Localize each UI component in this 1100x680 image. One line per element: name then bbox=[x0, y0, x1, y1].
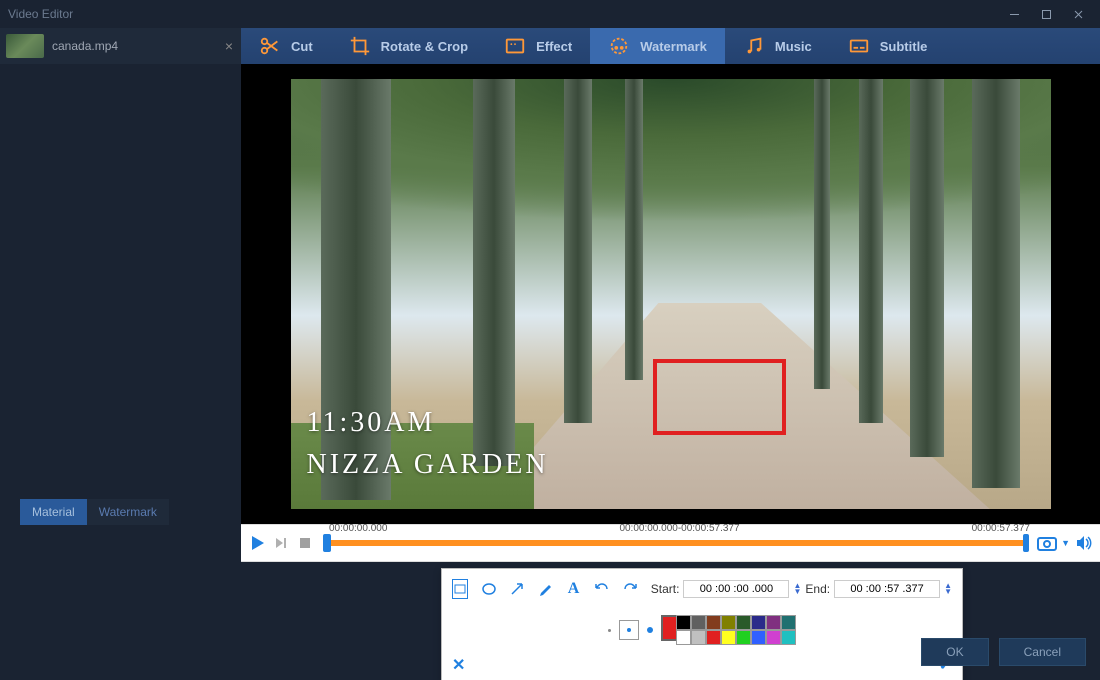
file-name: canada.mp4 bbox=[52, 39, 118, 53]
file-close-icon[interactable]: × bbox=[225, 38, 233, 54]
color-swatch[interactable] bbox=[736, 630, 751, 645]
color-swatch[interactable] bbox=[706, 615, 721, 630]
crop-icon bbox=[349, 35, 371, 57]
color-swatch[interactable] bbox=[736, 615, 751, 630]
music-icon bbox=[743, 35, 765, 57]
tool-rotate-crop[interactable]: Rotate & Crop bbox=[331, 28, 486, 64]
shape-ellipse[interactable] bbox=[482, 580, 496, 598]
line-style-dotted[interactable] bbox=[619, 620, 639, 640]
line-style-solid[interactable] bbox=[647, 627, 653, 633]
tool-ribbon: Cut Rotate & Crop Effect Watermark Music… bbox=[241, 28, 1100, 64]
color-swatch[interactable] bbox=[766, 630, 781, 645]
color-swatch[interactable] bbox=[766, 615, 781, 630]
color-swatch[interactable] bbox=[781, 630, 796, 645]
tool-subtitle[interactable]: Subtitle bbox=[830, 28, 946, 64]
timeline-end-time: 00:00:57.377 bbox=[972, 523, 1030, 534]
tool-effect[interactable]: Effect bbox=[486, 28, 590, 64]
timeline-right-handle[interactable] bbox=[1023, 534, 1029, 552]
tab-material[interactable]: Material bbox=[20, 499, 87, 525]
step-button[interactable] bbox=[271, 533, 291, 553]
color-swatch[interactable] bbox=[706, 630, 721, 645]
scissors-icon bbox=[259, 35, 281, 57]
play-button[interactable] bbox=[247, 533, 267, 553]
color-swatch[interactable] bbox=[721, 615, 736, 630]
volume-button[interactable] bbox=[1074, 533, 1094, 553]
shape-pen[interactable] bbox=[538, 580, 552, 598]
watermark-selection-box[interactable] bbox=[653, 359, 786, 435]
color-palette bbox=[661, 615, 796, 645]
stop-button[interactable] bbox=[295, 533, 315, 553]
color-swatch[interactable] bbox=[781, 615, 796, 630]
overlay-time-text: 11:30AM bbox=[307, 407, 436, 439]
tool-watermark[interactable]: Watermark bbox=[590, 28, 725, 64]
close-button[interactable] bbox=[1064, 4, 1092, 24]
minimize-button[interactable] bbox=[1000, 4, 1028, 24]
tool-cut[interactable]: Cut bbox=[241, 28, 331, 64]
end-time-input[interactable] bbox=[834, 580, 940, 598]
color-swatch[interactable] bbox=[676, 615, 691, 630]
file-thumbnail bbox=[6, 34, 44, 58]
color-swatch[interactable] bbox=[751, 615, 766, 630]
timeline-start-time: 00:00:00.000 bbox=[329, 523, 387, 534]
color-swatch[interactable] bbox=[721, 630, 736, 645]
snapshot-button[interactable] bbox=[1037, 533, 1057, 553]
end-label: End: bbox=[805, 582, 830, 596]
panel-close-button[interactable]: ✕ bbox=[452, 655, 465, 675]
color-swatch[interactable] bbox=[676, 630, 691, 645]
maximize-button[interactable] bbox=[1032, 4, 1060, 24]
shape-rectangle[interactable] bbox=[452, 579, 468, 599]
timeline-bar: 00:00:00.000 00:00:00.000-00:00:57.377 0… bbox=[241, 524, 1100, 562]
line-thin-icon[interactable] bbox=[608, 629, 611, 632]
title-bar: Video Editor bbox=[0, 0, 1100, 28]
end-spinner[interactable]: ▲▼ bbox=[944, 583, 952, 595]
watermark-icon bbox=[608, 35, 630, 57]
effect-icon bbox=[504, 35, 526, 57]
start-label: Start: bbox=[651, 582, 680, 596]
timeline-track[interactable] bbox=[325, 540, 1027, 546]
redo-button[interactable] bbox=[623, 580, 637, 598]
start-spinner[interactable]: ▲▼ bbox=[793, 583, 801, 595]
sidebar: canada.mp4 × Material Watermark bbox=[0, 28, 241, 680]
snapshot-dropdown-icon[interactable]: ▼ bbox=[1061, 538, 1070, 548]
file-tab[interactable]: canada.mp4 × bbox=[0, 28, 241, 64]
undo-button[interactable] bbox=[595, 580, 609, 598]
tool-music[interactable]: Music bbox=[725, 28, 830, 64]
window-title: Video Editor bbox=[8, 7, 1000, 21]
watermark-editor-panel: A Start: ▲▼ End: ▲▼ bbox=[441, 568, 963, 680]
color-swatch[interactable] bbox=[691, 615, 706, 630]
ok-button[interactable]: OK bbox=[921, 638, 988, 666]
tab-watermark[interactable]: Watermark bbox=[87, 499, 169, 525]
color-swatch[interactable] bbox=[751, 630, 766, 645]
timeline-left-handle[interactable] bbox=[323, 534, 331, 552]
overlay-place-text: NIZZA GARDEN bbox=[307, 449, 549, 481]
subtitle-icon bbox=[848, 35, 870, 57]
color-swatch[interactable] bbox=[691, 630, 706, 645]
start-time-input[interactable] bbox=[683, 580, 789, 598]
video-preview[interactable]: 11:30AM NIZZA GARDEN bbox=[241, 64, 1100, 524]
cancel-button[interactable]: Cancel bbox=[999, 638, 1086, 666]
shape-arrow[interactable] bbox=[510, 580, 524, 598]
timeline-range-text: 00:00:00.000-00:00:57.377 bbox=[619, 523, 739, 534]
shape-text[interactable]: A bbox=[566, 580, 580, 598]
